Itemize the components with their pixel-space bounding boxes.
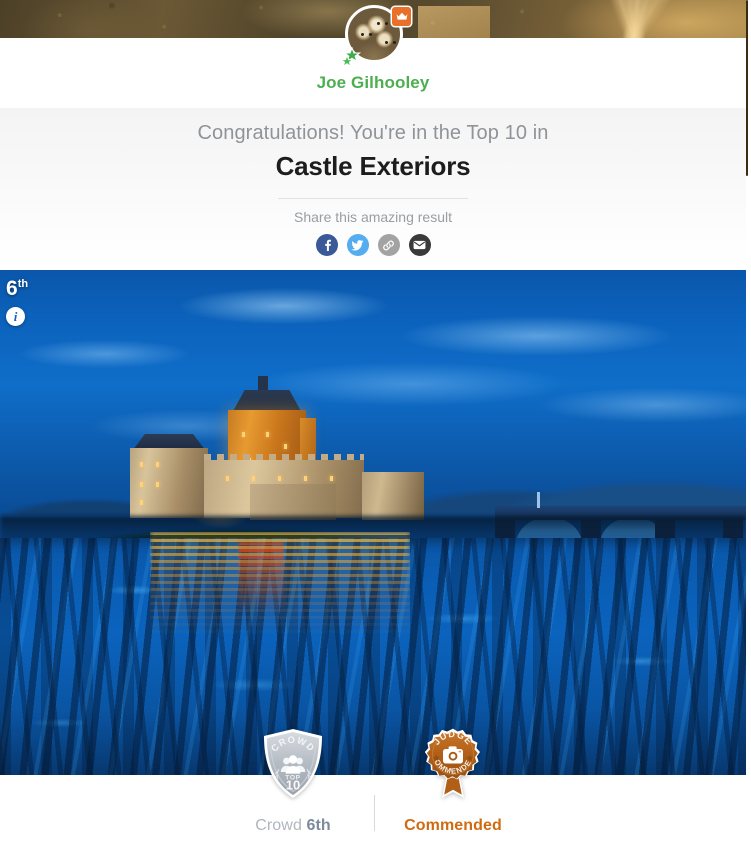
avatar[interactable]: [341, 5, 411, 68]
rank-suffix: th: [17, 278, 29, 290]
rank-number: 6: [6, 277, 18, 300]
facebook-share-button[interactable]: [315, 234, 338, 256]
email-share-button[interactable]: [408, 234, 431, 256]
judge-commended-badge[interactable]: JUDGE COMMENDED: [420, 728, 486, 800]
profile-header: Joe Gilhooley: [0, 5, 746, 108]
crowd-label-prefix: Crowd: [255, 817, 307, 834]
crowd-badge-bottom-text: 10: [286, 778, 300, 793]
congratulations-panel: Congratulations! You're in the Top 10 in…: [0, 108, 746, 270]
cover-frame-detail: [418, 6, 490, 38]
crowd-label-rank: 6th: [306, 817, 331, 834]
cover-light-rays: [486, 0, 746, 38]
rank-position: 6th: [6, 278, 28, 299]
crown-icon: [392, 7, 411, 26]
scrollbar-track[interactable]: [746, 0, 751, 848]
copy-link-button[interactable]: [377, 234, 400, 256]
congratulations-message: Congratulations! You're in the Top 10 in: [197, 122, 549, 144]
info-icon[interactable]: i: [6, 307, 25, 326]
contest-title: Castle Exteriors: [275, 151, 471, 181]
judge-award-label: Commended: [404, 817, 502, 834]
twitter-share-button[interactable]: [346, 234, 369, 256]
green-stars-icon: [341, 47, 371, 69]
share-buttons: [0, 234, 746, 256]
share-label: Share this amazing result: [294, 209, 452, 225]
scrollbar-thumb[interactable]: [746, 0, 748, 176]
profile-name[interactable]: Joe Gilhooley: [0, 73, 746, 93]
crowd-top-10-badge[interactable]: CROWD TOP 10: [260, 728, 326, 800]
info-icon-glyph: i: [13, 309, 18, 324]
share-divider: [278, 198, 468, 199]
photo-red-reflection: [238, 542, 284, 614]
crowd-award-label: Crowd 6th: [203, 817, 383, 835]
result-page: Joe Gilhooley Congratulations! You're in…: [0, 0, 751, 848]
rank-overlay: 6th i: [6, 278, 28, 326]
awards-row: CROWD TOP 10 Crowd 6th JUDGE OMMENDE Com…: [0, 728, 746, 848]
contest-photo[interactable]: 6th i: [0, 270, 746, 775]
